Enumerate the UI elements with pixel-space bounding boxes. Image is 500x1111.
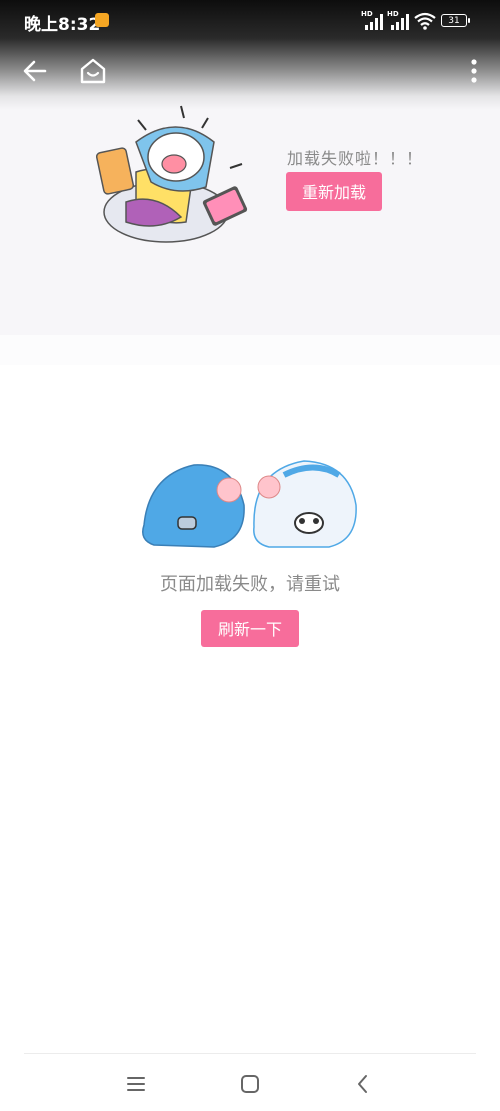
load-failed-message: 加载失败啦！！！ [287,149,424,168]
reload-button[interactable]: 重新加载 [286,172,382,211]
back-chevron-icon[interactable] [349,1070,377,1098]
back-arrow-icon[interactable] [20,56,50,86]
menu-icon[interactable] [122,1070,150,1098]
wifi-icon [414,12,436,30]
home-icon[interactable] [78,56,108,86]
battery-tip [468,18,470,23]
battery-icon: 31 [441,14,467,27]
signal-strength-icon [365,14,383,30]
sleeping-mascots-illustration [142,460,357,548]
refresh-button[interactable]: 刷新一下 [201,610,299,647]
page-load-failed-message: 页面加载失败，请重试 [160,574,340,595]
notification-icon [95,13,109,27]
crying-mascot-illustration [96,105,248,243]
more-vertical-icon[interactable] [462,56,486,86]
home-square-icon[interactable] [236,1070,264,1098]
nav-divider [24,1053,476,1054]
status-time: 晚上8:32 [24,15,101,35]
status-bar: 晚上8:32 HD HD 31 [0,0,500,38]
panel-divider [0,335,500,365]
signal-strength-icon [391,14,409,30]
